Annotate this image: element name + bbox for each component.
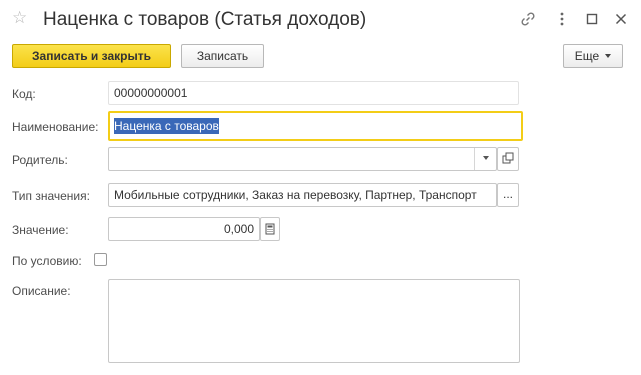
parent-label: Родитель:	[12, 153, 68, 167]
maximize-icon[interactable]	[583, 10, 601, 28]
value-type-select-button[interactable]: ...	[497, 183, 519, 207]
calculator-icon	[265, 223, 275, 235]
ellipsis-icon: ...	[502, 187, 513, 201]
more-button-label: Еще	[574, 49, 600, 63]
value-label: Значение:	[12, 223, 69, 237]
parent-dropdown-button[interactable]	[474, 148, 496, 170]
parent-open-button[interactable]	[497, 147, 519, 171]
calculator-button[interactable]	[260, 217, 280, 241]
chevron-down-icon	[482, 156, 489, 161]
save-and-close-button[interactable]: Записать и закрыть	[12, 44, 171, 68]
value-type-field[interactable]: Мобильные сотрудники, Заказ на перевозку…	[108, 183, 497, 207]
value-type-field-value: Мобильные сотрудники, Заказ на перевозку…	[114, 188, 477, 202]
description-textarea[interactable]	[108, 279, 520, 363]
by-condition-label: По условию:	[12, 254, 82, 268]
value-field[interactable]: 0,000	[108, 217, 260, 241]
value-type-label: Тип значения:	[12, 189, 90, 203]
parent-field[interactable]	[108, 147, 497, 171]
code-field[interactable]: 00000000001	[108, 81, 519, 105]
kebab-icon[interactable]	[553, 10, 571, 28]
name-field[interactable]: Наценка с товаров	[108, 111, 523, 141]
name-label: Наименование:	[12, 120, 99, 134]
page-title: Наценка с товаров (Статья доходов)	[43, 9, 367, 30]
code-label: Код:	[12, 87, 36, 101]
chevron-down-icon	[605, 53, 612, 58]
form-window: ☆ Наценка с товаров (Статья доходов) Зап…	[0, 0, 641, 375]
by-condition-checkbox[interactable]	[94, 253, 107, 266]
description-label: Описание:	[12, 284, 71, 298]
link-icon[interactable]	[519, 10, 537, 28]
star-icon[interactable]: ☆	[12, 9, 30, 27]
close-icon[interactable]	[612, 10, 630, 28]
save-button[interactable]: Записать	[181, 44, 264, 68]
title-bar: ☆ Наценка с товаров (Статья доходов)	[0, 0, 641, 38]
name-field-value: Наценка с товаров	[114, 118, 219, 134]
open-icon	[502, 152, 514, 164]
more-button[interactable]: Еще	[563, 44, 623, 68]
